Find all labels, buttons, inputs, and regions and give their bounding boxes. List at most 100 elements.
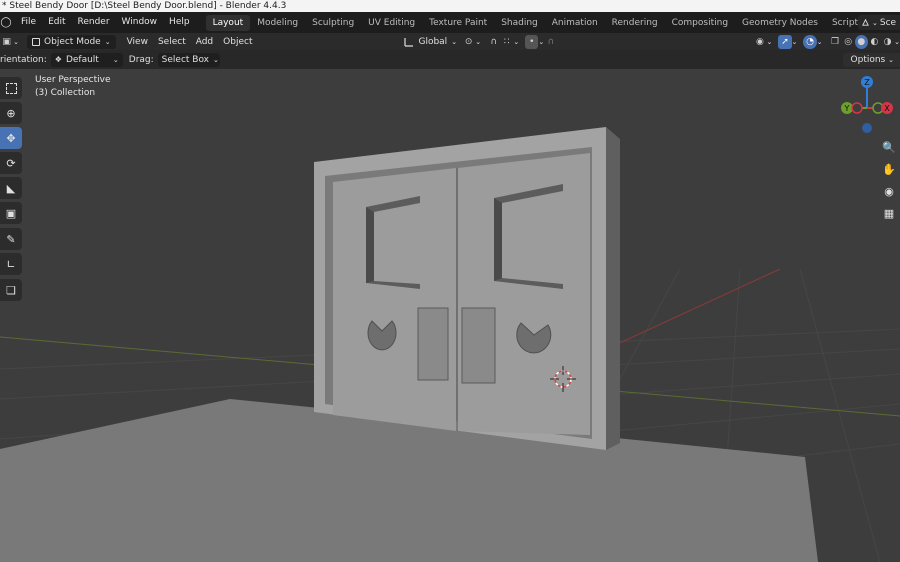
falloff-icon[interactable]: ∩: [544, 35, 557, 49]
overlays-chevron-icon[interactable]: ⌄: [817, 38, 823, 46]
navigation-gizmo[interactable]: Z Y X: [838, 73, 896, 135]
menu-window[interactable]: Window: [116, 12, 164, 33]
tab-layout[interactable]: Layout: [205, 14, 251, 31]
tool-move[interactable]: ✥: [0, 127, 22, 149]
editor-type-icon[interactable]: ▣: [0, 35, 13, 49]
top-menu-bar: ◯ File Edit Render Window Help Layout Mo…: [0, 12, 900, 33]
tab-animation[interactable]: Animation: [545, 15, 605, 31]
cursor-icon: ⊕: [6, 106, 16, 120]
gizmo-toggle-icon[interactable]: ➚: [778, 34, 792, 49]
camera-icon: ◉: [884, 184, 894, 198]
gizmo-neg-z[interactable]: [862, 123, 872, 133]
move-icon: ✥: [6, 131, 16, 145]
shading-material-icon[interactable]: ◐: [868, 35, 881, 49]
scale-icon: ◣: [6, 181, 16, 195]
tab-shading[interactable]: Shading: [494, 15, 545, 31]
tool-annotate[interactable]: ✎: [0, 228, 22, 250]
gizmo-y-label: Y: [844, 104, 850, 113]
editor-type-chevron-icon[interactable]: ⌄: [13, 38, 19, 46]
drag-label: Drag:: [128, 54, 154, 65]
window-title: * Steel Bendy Door [D:\Steel Bendy Door.…: [2, 1, 287, 11]
workspace-tabs: Layout Modeling Sculpting UV Editing Tex…: [205, 14, 899, 31]
tab-rendering[interactable]: Rendering: [605, 15, 665, 31]
tool-cursor[interactable]: ⊕: [0, 102, 22, 124]
tool-transform[interactable]: ▣: [0, 202, 22, 224]
grid-ortho-icon: ▦: [883, 206, 895, 220]
add-cube-icon: ❏: [6, 283, 16, 297]
tab-uv-editing[interactable]: UV Editing: [361, 15, 422, 31]
menu-select[interactable]: Select: [153, 35, 191, 49]
viewport-scene[interactable]: [0, 69, 900, 562]
proportional-edit-icon[interactable]: •: [525, 34, 539, 49]
tool-measure[interactable]: ∟: [0, 253, 22, 275]
menu-render[interactable]: Render: [72, 12, 116, 33]
orientation-dropdown[interactable]: ❖ Default ⌄: [50, 52, 123, 67]
drag-chevron-icon: ⌄: [213, 55, 219, 64]
select-box-icon: [5, 82, 17, 94]
orientation-dd-chevron-icon: ⌄: [112, 55, 119, 64]
options-button[interactable]: Options ⌄: [842, 53, 900, 67]
gizmo-chevron-icon[interactable]: ⌄: [792, 38, 798, 46]
shading-chevron-icon[interactable]: ⌄: [894, 38, 900, 46]
xray-toggle-icon[interactable]: ❐: [828, 35, 841, 49]
options-label: Options: [850, 55, 886, 65]
pivot-icon[interactable]: ⊙: [462, 35, 475, 49]
snap-target-icon[interactable]: ∷: [500, 35, 513, 49]
mode-label: Object Mode: [44, 36, 101, 47]
menu-view[interactable]: View: [122, 35, 153, 49]
scene-selector[interactable]: ⌄ Sce: [858, 15, 900, 30]
ortho-toggle-button[interactable]: ▦: [878, 203, 900, 223]
tool-rotate[interactable]: ⟳: [0, 152, 22, 174]
orientation-value: Default: [65, 54, 99, 65]
shading-rendered-icon[interactable]: ◑: [881, 35, 894, 49]
mode-selector[interactable]: Object Mode ⌄: [27, 34, 116, 49]
viewport-nav-tools: 🔍 ✋ ◉ ▦: [878, 137, 900, 225]
tab-texture-paint[interactable]: Texture Paint: [422, 15, 494, 31]
pan-button[interactable]: ✋: [878, 159, 900, 179]
menu-file[interactable]: File: [15, 12, 42, 33]
annotate-icon: ✎: [6, 232, 16, 246]
viewport-info: User Perspective (3) Collection: [35, 74, 111, 100]
orientation-label: Global: [418, 36, 448, 47]
drag-value: Select Box: [161, 54, 210, 65]
shading-wireframe-icon[interactable]: ◎: [842, 35, 855, 49]
tool-add-cube[interactable]: ❏: [0, 279, 22, 301]
visibility-chevron-icon[interactable]: ⌄: [767, 38, 773, 46]
transform-orientation-dropdown[interactable]: Global ⌄: [399, 35, 462, 49]
tab-geometry-nodes[interactable]: Geometry Nodes: [735, 15, 825, 31]
drag-dropdown[interactable]: Select Box ⌄: [157, 52, 220, 67]
scene-chevron-icon: ⌄: [872, 18, 878, 27]
snap-icon[interactable]: ∩: [487, 35, 500, 49]
orientation-chevron-icon: ⌄: [451, 37, 458, 46]
menu-edit[interactable]: Edit: [42, 12, 71, 33]
tab-modeling[interactable]: Modeling: [250, 15, 305, 31]
tab-sculpting[interactable]: Sculpting: [305, 15, 361, 31]
visibility-eye-icon[interactable]: ◉: [753, 35, 766, 49]
tool-select-box[interactable]: [0, 77, 22, 99]
hand-pan-icon: ✋: [882, 162, 896, 176]
scene-name: Sce: [879, 17, 897, 28]
collection-label: (3) Collection: [35, 88, 96, 98]
menu-object[interactable]: Object: [218, 35, 257, 49]
shading-solid-icon[interactable]: ●: [854, 34, 868, 49]
orientation-label-text: rientation:: [0, 54, 47, 65]
measure-icon: ∟: [6, 257, 16, 271]
tool-scale[interactable]: ◣: [0, 177, 22, 199]
menu-add[interactable]: Add: [191, 35, 218, 49]
pivot-chevron-icon[interactable]: ⌄: [475, 38, 481, 46]
tab-compositing[interactable]: Compositing: [665, 15, 735, 31]
3d-viewport[interactable]: User Perspective (3) Collection ⊕ ✥ ⟳ ◣ …: [0, 69, 900, 562]
orientation-axes-icon: [404, 37, 414, 47]
gizmo-neg-x[interactable]: [851, 102, 863, 114]
camera-view-button[interactable]: ◉: [878, 181, 900, 201]
door-object[interactable]: [314, 127, 620, 450]
snap-chevron-icon[interactable]: ⌄: [513, 38, 519, 46]
blender-logo-icon[interactable]: ◯: [0, 17, 12, 29]
menu-help[interactable]: Help: [163, 12, 196, 33]
overlays-toggle-icon[interactable]: ◔: [803, 34, 817, 49]
mode-chevron-icon: ⌄: [104, 37, 111, 46]
options-chevron-icon: ⌄: [888, 56, 894, 64]
zoom-button[interactable]: 🔍: [878, 137, 900, 157]
scene-icon: [862, 18, 869, 26]
window-title-bar: * Steel Bendy Door [D:\Steel Bendy Door.…: [0, 0, 900, 12]
